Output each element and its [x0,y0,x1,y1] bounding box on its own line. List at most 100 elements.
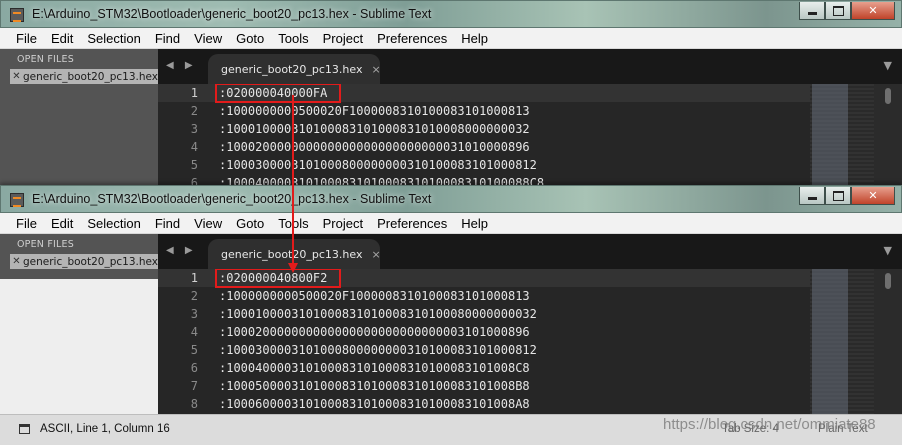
code-line: 5 :1000300003101000800000000310100083101… [158,156,810,174]
open-files-header: OPEN FILES [17,239,74,250]
line-text: :1000000000500020F1000008310100083101000… [219,289,530,303]
tab-close-icon[interactable]: × [371,63,380,76]
menu-bar: File Edit Selection Find View Goto Tools… [0,213,902,234]
menu-view[interactable]: View [187,31,229,46]
sidebar-open-file[interactable]: ✕ generic_boot20_pc13.hex [10,69,158,84]
code-line: 6 :1000400003101000831010008310100083101… [158,359,810,377]
code-view[interactable]: 1 :020000040800F2 2 :1000000000500020F10… [158,269,810,414]
editor-area: ◀ ▶ generic_boot20_pc13.hex × ▼ 1 :02000… [158,49,902,190]
sidebar: OPEN FILES ✕ generic_boot20_pc13.hex [0,49,158,190]
code-line: 5 :1000300003101000800000000310100083101… [158,341,810,359]
maximize-button[interactable] [825,2,851,20]
code-line: 2 :1000000000500020F10000083101000831010… [158,102,810,120]
menu-tools[interactable]: Tools [271,31,315,46]
line-text: :100010000310100083101000831010008000000… [219,122,530,136]
code-line: 3 :1000100003101000831010008310100080000… [158,120,810,138]
menu-selection[interactable]: Selection [80,31,147,46]
line-number: 4 [190,325,198,339]
code-view[interactable]: 1 :020000040000FA 2 :1000000000500020F10… [158,84,810,190]
menu-view[interactable]: View [187,216,229,231]
sidebar-file-label: generic_boot20_pc13.hex [22,255,158,268]
scroll-thumb[interactable] [885,273,891,289]
open-files-header: OPEN FILES [17,54,74,65]
line-number: 3 [190,122,198,136]
line-number: 8 [190,397,198,411]
vertical-scrollbar[interactable] [874,269,902,414]
tab-dropdown-icon[interactable]: ▼ [884,244,892,257]
minimap[interactable] [810,269,874,414]
line-number: 7 [190,379,198,393]
line-text: :100060000310100083101000831010008310100… [219,397,530,411]
tab-nav-arrows-icon[interactable]: ◀ ▶ [166,245,197,256]
menu-selection[interactable]: Selection [80,216,147,231]
menu-preferences[interactable]: Preferences [370,216,454,231]
panel-toggle-icon[interactable] [19,424,30,434]
minimap-viewport[interactable] [812,269,848,414]
title-bar[interactable]: E:\Arduino_STM32\Bootloader\generic_boot… [0,0,902,28]
line-text: :100050000310100083101000831010008310100… [219,379,530,393]
line-number: 1 [190,271,198,285]
menu-find[interactable]: Find [148,216,187,231]
line-number: 6 [190,361,198,375]
minimap-viewport[interactable] [812,84,848,190]
menu-file[interactable]: File [0,216,44,231]
window-controls: ✕ [799,187,895,205]
menu-goto[interactable]: Goto [229,31,271,46]
highlight-box [215,269,341,288]
close-file-icon[interactable]: ✕ [10,256,23,267]
title-bar[interactable]: E:\Arduino_STM32\Bootloader\generic_boot… [0,185,902,213]
line-number: 5 [190,158,198,172]
code-line: 1 :020000040000FA [158,84,810,103]
line-number: 1 [190,86,198,100]
code-line: 7 :1000500003101000831010008310100083101… [158,377,810,395]
sublime-app-icon [10,193,24,207]
sublime-app-icon [10,8,24,22]
scroll-thumb[interactable] [885,88,891,104]
code-line: 3 :1000100003101000831010008310100080000… [158,305,810,323]
close-button[interactable]: ✕ [851,187,895,205]
window-title: E:\Arduino_STM32\Bootloader\generic_boot… [32,7,432,21]
tab-bar: ◀ ▶ generic_boot20_pc13.hex × ▼ [158,234,902,269]
menu-edit[interactable]: Edit [44,216,80,231]
minimize-button[interactable] [799,187,825,205]
highlight-box [215,84,341,103]
tab-bar: ◀ ▶ generic_boot20_pc13.hex × ▼ [158,49,902,84]
menu-goto[interactable]: Goto [229,216,271,231]
line-number: 2 [190,104,198,118]
code-line: 1 :020000040800F2 [158,269,810,288]
vertical-scrollbar[interactable] [874,84,902,190]
code-line: 4 :1000200000000000000000000000000031010… [158,323,810,341]
menu-project[interactable]: Project [316,31,370,46]
close-button[interactable]: ✕ [851,2,895,20]
tab-dropdown-icon[interactable]: ▼ [884,59,892,72]
menu-find[interactable]: Find [148,31,187,46]
line-text: :100020000000000000000000000000031010000… [219,140,530,154]
minimap[interactable] [810,84,874,190]
menu-file[interactable]: File [0,31,44,46]
code-line: 8 :1000600003101000831010008310100083101… [158,395,810,413]
line-number: 3 [190,307,198,321]
line-text: :100040000310100083101000831010008310100… [219,361,530,375]
menu-edit[interactable]: Edit [44,31,80,46]
watermark-text: https://blog.csdn.net/ommiate88 [663,416,876,433]
tab-nav-arrows-icon[interactable]: ◀ ▶ [166,60,197,71]
maximize-button[interactable] [825,187,851,205]
sidebar-open-file[interactable]: ✕ generic_boot20_pc13.hex [10,254,158,269]
menu-help[interactable]: Help [454,216,495,231]
tab-label: generic_boot20_pc13.hex [221,62,363,76]
code-line: 4 :1000200000000000000000000000000310100… [158,138,810,156]
minimize-button[interactable] [799,2,825,20]
menu-bar: File Edit Selection Find View Goto Tools… [0,28,902,49]
menu-project[interactable]: Project [316,216,370,231]
menu-help[interactable]: Help [454,31,495,46]
line-text: :1000000000500020F1000008310100083101000… [219,104,530,118]
line-text: :100010000310100083101000831010008000000… [219,307,537,321]
line-number: 5 [190,343,198,357]
close-file-icon[interactable]: ✕ [10,71,23,82]
tab-close-icon[interactable]: × [371,248,380,261]
line-text: :100030000310100080000000031010008310100… [219,158,537,172]
tab-generic-boot20[interactable]: generic_boot20_pc13.hex × [208,54,381,84]
menu-preferences[interactable]: Preferences [370,31,454,46]
code-line: 2 :1000000000500020F10000083101000831010… [158,287,810,305]
bottom-sublime-window: E:\Arduino_STM32\Bootloader\generic_boot… [0,185,902,445]
